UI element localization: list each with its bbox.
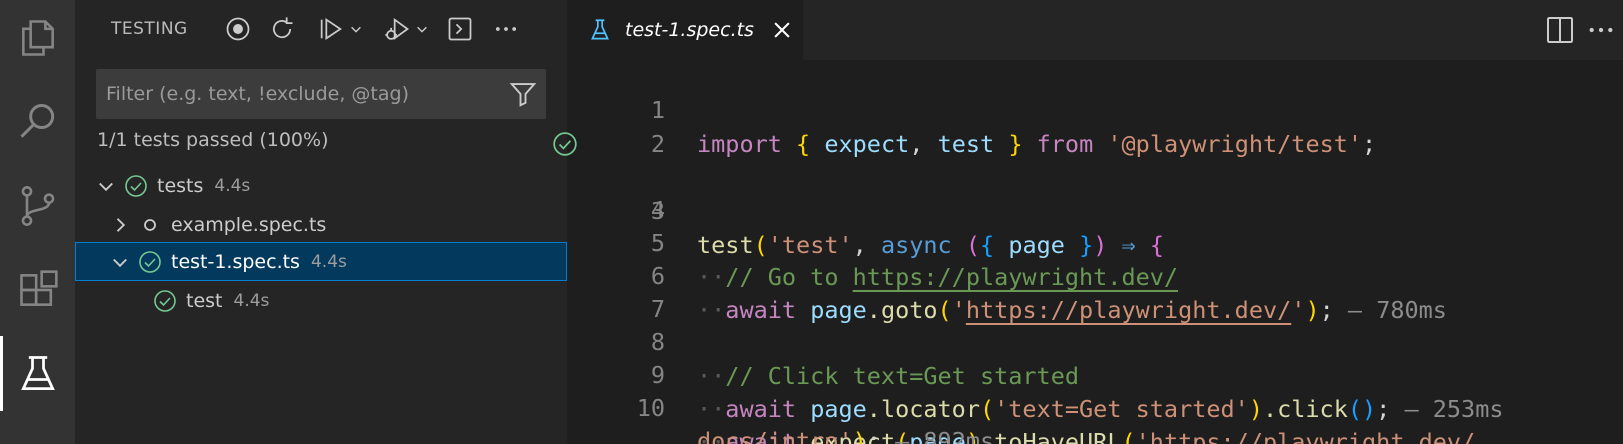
chevron-down-icon (351, 26, 361, 33)
tree-item-duration: 4.4s (310, 251, 347, 272)
source-control-icon (21, 185, 54, 226)
not-run-icon (144, 218, 156, 231)
activity-bar (0, 0, 75, 444)
tree-item-example-spec[interactable]: example.spec.ts (75, 205, 567, 244)
chevron-down-icon (417, 26, 427, 33)
editor-area: test-1.spec.ts 1 import { expect, test }… (553, 0, 1623, 444)
testing-beaker-icon (20, 355, 55, 390)
explorer-icon (21, 19, 54, 56)
code-line-wrapped: docs/intro'); — 892ms (567, 390, 1623, 444)
code-line: 3 test('test', async ({ page }) ⇒ { (553, 126, 1623, 259)
search-button[interactable] (0, 84, 75, 159)
show-output-icon (448, 17, 472, 41)
extensions-button[interactable] (0, 252, 75, 327)
split-editor-icon[interactable] (1544, 14, 1576, 46)
source-control-button[interactable] (0, 168, 75, 243)
passed-icon (139, 250, 161, 273)
tree-item-duration: 4.4s (214, 175, 251, 196)
testing-button[interactable] (0, 336, 75, 411)
run-test-button[interactable] (221, 12, 255, 46)
code-line: 9 ··await page.locator('text=Get started… (567, 324, 1623, 423)
filter-icon[interactable] (508, 79, 538, 109)
passed-icon (125, 174, 147, 197)
code-line: 5 ··// Go to https://playwright.dev/ (567, 192, 1623, 291)
tree-item-test[interactable]: test 4.4s (75, 281, 567, 320)
code-line: 6 ··await page.goto('https://playwright.… (567, 225, 1623, 324)
test-file-beaker-icon (591, 19, 609, 40)
chevron-right-icon[interactable] (110, 215, 130, 235)
tab-label: test-1.spec.ts (625, 19, 754, 41)
passed-icon (154, 289, 176, 312)
chevron-down-icon[interactable] (110, 252, 130, 272)
refresh-tests-button[interactable] (265, 12, 299, 46)
testing-sidebar: TESTING Filter (e.g. text, !exclude, @ta… (75, 0, 567, 444)
test-summary: 1/1 tests passed (100%) (97, 129, 329, 151)
explorer-button[interactable] (0, 0, 75, 75)
tree-item-duration: 4.4s (233, 290, 270, 311)
code-line: 10 ··await expect(page).toHaveURL('https… (567, 357, 1623, 444)
tree-item-label: example.spec.ts (171, 213, 327, 236)
sidebar-title: TESTING (111, 19, 188, 39)
code-line: 2 (567, 93, 1623, 158)
editor-tab-bar: test-1.spec.ts (567, 0, 1623, 60)
more-actions-icon (495, 27, 517, 31)
tree-item-label: test (186, 289, 223, 312)
run-all-icon (320, 18, 342, 40)
tree-item-label: tests (157, 174, 204, 197)
tree-item-tests[interactable]: tests 4.4s (75, 166, 567, 205)
code-line: 4 (567, 159, 1623, 224)
filter-input[interactable] (96, 69, 496, 119)
editor-tab[interactable]: test-1.spec.ts (567, 0, 803, 60)
tree-item-test-1-spec[interactable]: test-1.spec.ts 4.4s (75, 242, 567, 281)
code-line: 7 (567, 258, 1623, 323)
run-all-tests-button[interactable] (311, 12, 369, 46)
search-icon (19, 103, 54, 138)
more-actions-button[interactable] (489, 12, 523, 46)
code-line: 8 ··// Click text=Get started (567, 291, 1623, 390)
run-test-icon (226, 17, 250, 41)
extensions-icon (19, 269, 58, 306)
refresh-icon (272, 17, 293, 39)
test-filter (96, 69, 546, 119)
show-output-button[interactable] (443, 12, 477, 46)
debug-all-tests-button[interactable] (377, 12, 435, 46)
tree-item-label: test-1.spec.ts (171, 250, 300, 273)
code-line: 1 import { expect, test } from '@playwri… (567, 59, 1623, 158)
passed-gutter-icon[interactable] (552, 131, 578, 157)
debug-all-icon (385, 17, 409, 41)
more-actions-icon[interactable] (1585, 14, 1617, 46)
code-editor[interactable]: 1 import { expect, test } from '@playwri… (553, 59, 1623, 444)
chevron-down-icon[interactable] (96, 176, 116, 196)
close-icon[interactable] (771, 19, 793, 41)
step-duration: — 892ms (895, 427, 995, 444)
